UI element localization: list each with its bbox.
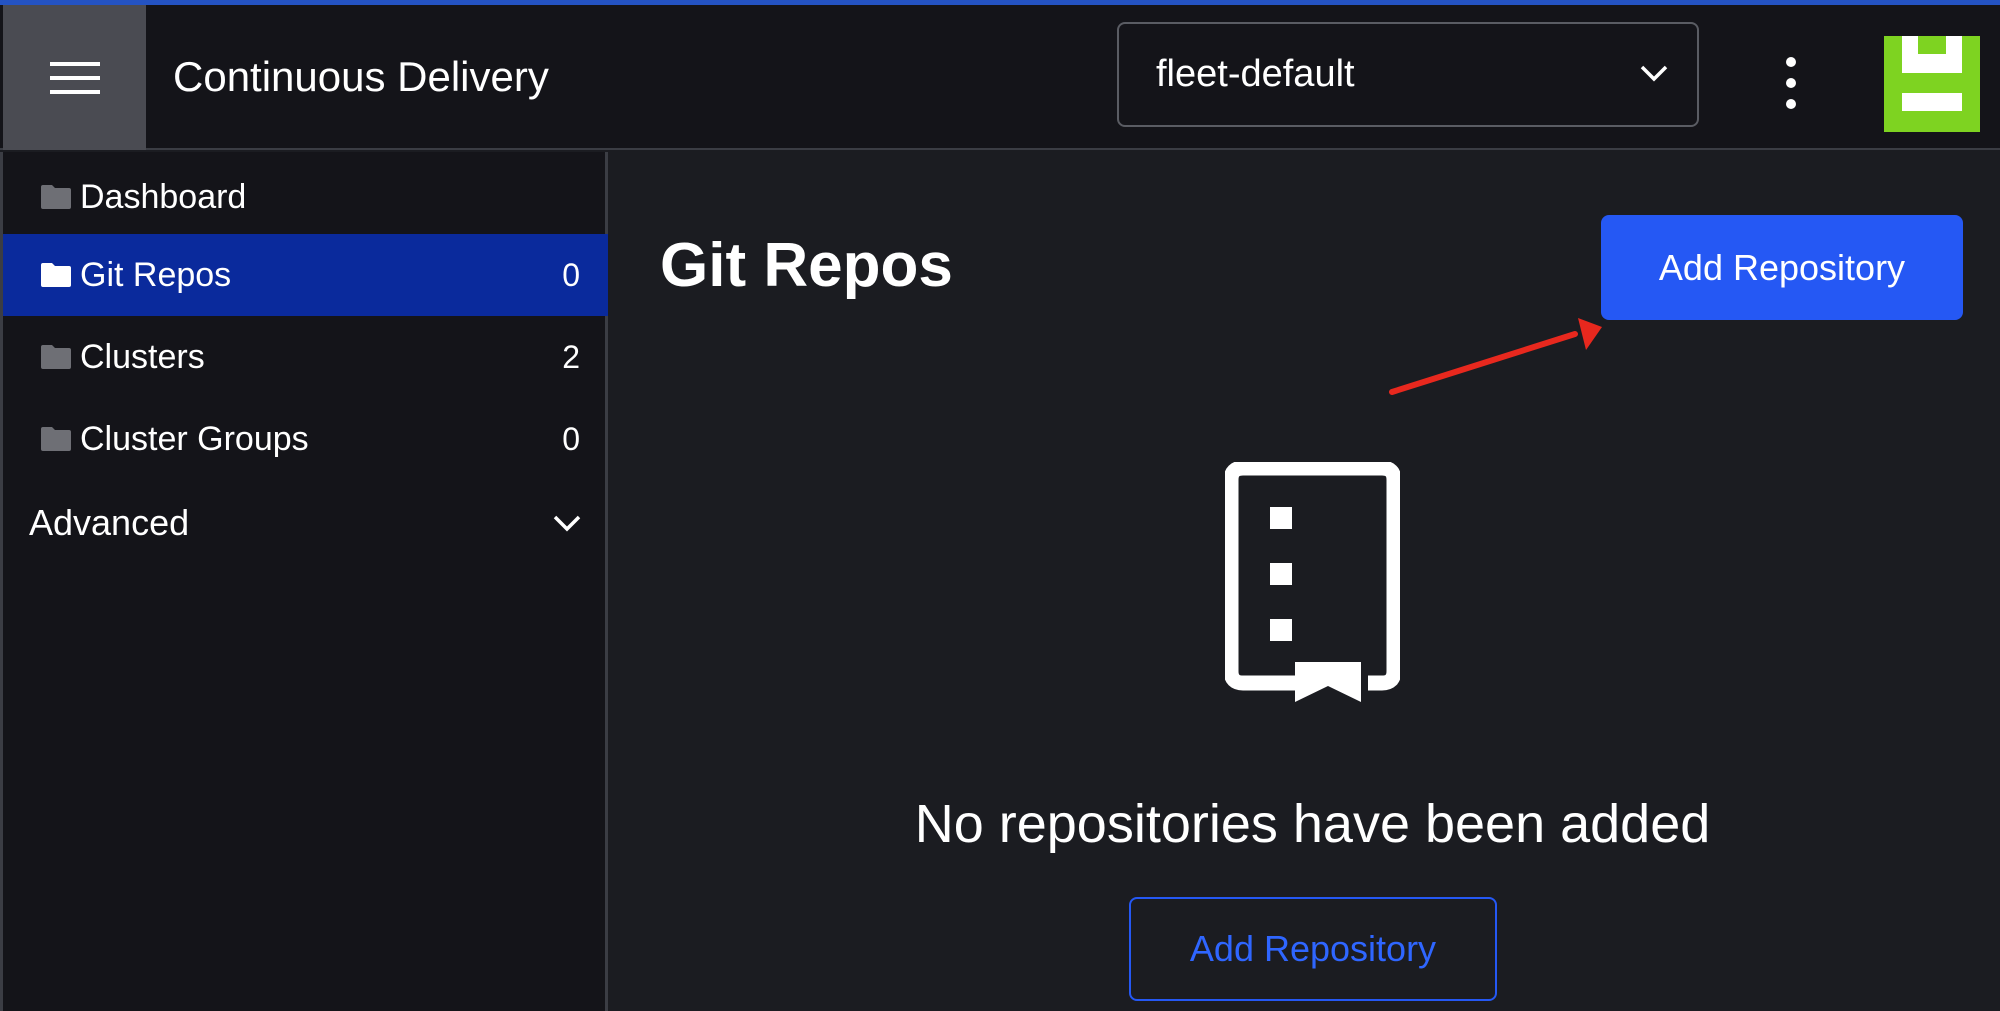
workspace-select[interactable]: fleet-default — [1117, 22, 1699, 127]
sidebar-group-label: Advanced — [29, 502, 190, 543]
avatar[interactable] — [1884, 36, 1980, 132]
sidebar-group-advanced[interactable]: Advanced — [3, 482, 608, 564]
app-title: Continuous Delivery — [173, 53, 549, 100]
sidebar-item-count: 0 — [562, 420, 580, 457]
kebab-icon[interactable] — [1768, 55, 1814, 111]
repository-icon — [1225, 462, 1400, 702]
sidebar-item-label: Cluster Groups — [80, 419, 309, 458]
add-repository-button[interactable]: Add Repository — [1601, 215, 1963, 320]
sidebar-item-count: 0 — [562, 256, 580, 293]
hamburger-menu-button[interactable] — [3, 5, 146, 150]
sidebar-item-label: Git Repos — [80, 255, 232, 294]
sidebar-item-git-repos[interactable]: Git Repos 0 — [3, 234, 608, 316]
sidebar-item-label: Dashboard — [80, 177, 247, 216]
sidebar: Dashboard Git Repos 0 Clusters 2 Cluster… — [0, 152, 608, 1011]
chevron-down-icon — [1640, 65, 1668, 82]
top-header: Continuous Delivery fleet-default — [0, 5, 2000, 150]
folder-icon — [41, 345, 71, 369]
folder-icon — [41, 185, 71, 209]
sidebar-item-dashboard[interactable]: Dashboard — [3, 156, 608, 238]
chevron-down-icon — [553, 515, 581, 532]
sidebar-item-count: 2 — [562, 338, 580, 375]
page-title: Git Repos — [660, 231, 953, 300]
sidebar-item-cluster-groups[interactable]: Cluster Groups 0 — [3, 398, 608, 480]
empty-state-add-repository-button[interactable]: Add Repository — [1129, 897, 1497, 1001]
annotation-arrow-icon — [1389, 318, 1602, 395]
sidebar-item-clusters[interactable]: Clusters 2 — [3, 316, 608, 398]
workspace-select-value: fleet-default — [1156, 53, 1355, 95]
empty-state-message: No repositories have been added — [914, 794, 1711, 854]
folder-icon — [41, 263, 71, 287]
hamburger-icon — [49, 61, 100, 94]
sidebar-item-label: Clusters — [80, 337, 205, 376]
folder-icon — [41, 427, 71, 451]
